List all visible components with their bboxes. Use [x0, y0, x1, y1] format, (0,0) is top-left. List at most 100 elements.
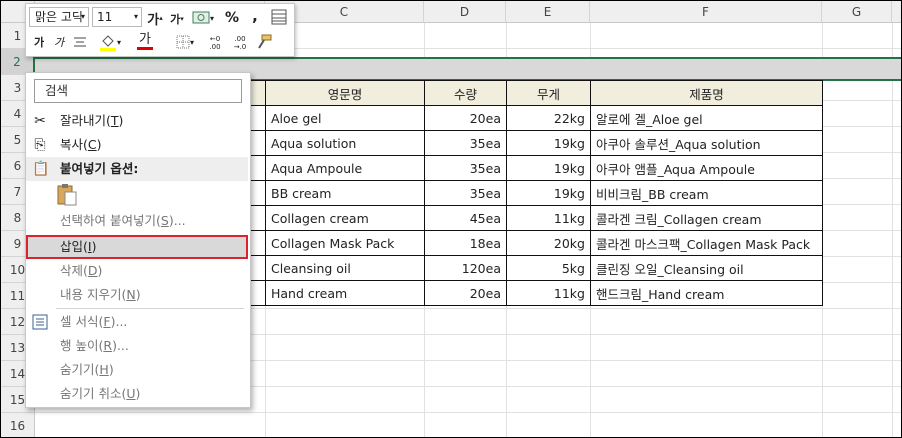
table-header-cell[interactable]: 수량: [424, 80, 507, 106]
shrink-font-button[interactable]: 가 ▾: [169, 9, 185, 29]
format-painter-button[interactable]: [254, 32, 274, 52]
menu-section-label: 붙여넣기 옵션:: [60, 161, 139, 176]
chevron-down-icon: ▾: [116, 37, 121, 47]
font-name-value: 맑은 고딕: [35, 10, 83, 24]
table-cell[interactable]: 콜라겐 마스크팩_Collagen Mask Pack: [590, 230, 823, 256]
table-cell[interactable]: 19kg: [506, 180, 591, 206]
column-header-d[interactable]: D: [424, 1, 506, 23]
align-center-button[interactable]: [72, 32, 88, 52]
font-size-select[interactable]: 11 ▾: [92, 7, 142, 27]
table-row: Hand cream 20ea 11kg 핸드크림_Hand cream: [232, 280, 823, 306]
menu-item-label: 행 높이(R)...: [60, 338, 129, 353]
table-cell[interactable]: 20ea: [424, 280, 507, 306]
grow-font-button[interactable]: 가 ▴: [147, 8, 163, 28]
column-header-g[interactable]: G: [822, 1, 892, 23]
table-cell[interactable]: 아쿠아 솔루션_Aqua solution: [590, 130, 823, 156]
table-cell[interactable]: 비비크림_BB cream: [590, 180, 823, 206]
table-format-icon: [271, 9, 287, 25]
menu-item-cut[interactable]: ✂ 잘라내기(T): [26, 109, 248, 133]
table-cell[interactable]: 19kg: [506, 130, 591, 156]
column-header-e[interactable]: E: [506, 1, 590, 23]
table-row: Aqua solution 35ea 19kg 아쿠아 솔루션_Aqua soluti…: [232, 130, 823, 156]
table-cell[interactable]: 아쿠아 앰플_Aqua Ampoule: [590, 155, 823, 181]
menu-section-paste-options: 📋 붙여넣기 옵션:: [26, 157, 248, 181]
decrease-decimal-button[interactable]: .00 →.0: [229, 33, 251, 53]
font-color-glyph: 가: [139, 31, 151, 47]
table-cell[interactable]: 20kg: [506, 230, 591, 256]
menu-item-hide[interactable]: 숨기기(H): [26, 358, 248, 382]
table-cell[interactable]: 35ea: [424, 155, 507, 181]
menu-item-row-height[interactable]: 행 높이(R)...: [26, 334, 248, 358]
chevron-down-icon: ▾: [133, 12, 138, 21]
table-header-cell[interactable]: 영문명: [265, 80, 425, 106]
table-cell[interactable]: Aqua Ampoule: [265, 155, 425, 181]
align-center-icon: [74, 37, 86, 47]
table-cell[interactable]: 콜라겐 크림_Collagen cream: [590, 205, 823, 231]
menu-item-label: 숨기기 취소(U): [60, 386, 141, 401]
chevron-down-icon: ▾: [189, 37, 194, 47]
font-size-value: 11: [97, 10, 113, 24]
menu-item-insert[interactable]: 삽입(I): [26, 235, 248, 259]
menu-item-clear-contents[interactable]: 내용 지우기(N): [26, 283, 248, 307]
borders-button[interactable]: ▾: [171, 32, 199, 52]
bold-button[interactable]: 가: [32, 32, 46, 52]
table-cell[interactable]: 5kg: [506, 255, 591, 281]
table-cell[interactable]: 35ea: [424, 130, 507, 156]
fill-color-button[interactable]: ▾: [96, 31, 124, 53]
table-cell[interactable]: 35ea: [424, 180, 507, 206]
table-cell[interactable]: Collagen cream: [265, 205, 425, 231]
table-cell[interactable]: Hand cream: [265, 280, 425, 306]
menu-item-paste-special[interactable]: 선택하여 붙여넣기(S)...: [26, 209, 248, 233]
chevron-down-icon: ▾: [80, 12, 85, 21]
table-cell[interactable]: 11kg: [506, 205, 591, 231]
row-header-16[interactable]: 16: [1, 413, 35, 437]
table-cell[interactable]: BB cream: [265, 180, 425, 206]
context-menu: 검색 ✂ 잘라내기(T) ⎘ 복사(C) 📋 붙여넣기 옵션: 선택하여 붙여넣…: [25, 72, 251, 408]
product-table: 영문명 수량 무게 제품명 Aloe gel 20ea 22kg 알로에 겔_Aloe…: [232, 80, 823, 306]
menu-item-copy[interactable]: ⎘ 복사(C): [26, 133, 248, 157]
table-cell[interactable]: 22kg: [506, 105, 591, 131]
comma-style-button[interactable]: ,: [249, 6, 261, 26]
column-header-f[interactable]: F: [590, 1, 822, 23]
table-header-cell[interactable]: 제품명: [590, 80, 823, 106]
table-cell[interactable]: 핸드크림_Hand cream: [590, 280, 823, 306]
format-cells-svg: [32, 314, 48, 330]
table-cell[interactable]: 11kg: [506, 280, 591, 306]
table-header-cell[interactable]: 무게: [506, 80, 591, 106]
table-cell[interactable]: 19kg: [506, 155, 591, 181]
table-cell[interactable]: Aqua solution: [265, 130, 425, 156]
italic-button[interactable]: 가: [52, 32, 66, 52]
menu-item-unhide[interactable]: 숨기기 취소(U): [26, 382, 248, 406]
accounting-format-button[interactable]: ▾: [189, 8, 217, 28]
increase-decimal-icon: ←0: [209, 35, 221, 43]
format-painter-table-button[interactable]: [270, 8, 288, 26]
table-cell[interactable]: Cleansing oil: [265, 255, 425, 281]
menu-item-format-cells[interactable]: 셀 서식(F)...: [26, 310, 248, 334]
table-cell[interactable]: Aloe gel: [265, 105, 425, 131]
column-header-next[interactable]: [892, 1, 901, 23]
border-icon: [176, 35, 190, 49]
font-color-button[interactable]: 가: [130, 30, 160, 52]
copy-icon: ⎘: [34, 137, 46, 153]
menu-search-input[interactable]: 검색: [34, 79, 242, 103]
format-cells-icon: [32, 314, 48, 330]
font-name-select[interactable]: 맑은 고딕 ▾: [29, 7, 89, 27]
clipboard-icon: 📋: [32, 161, 50, 177]
menu-item-label: 숨기기(H): [60, 362, 114, 377]
table-cell[interactable]: Collagen Mask Pack: [265, 230, 425, 256]
table-cell[interactable]: 클린징 오일_Cleansing oil: [590, 255, 823, 281]
gridline: [35, 412, 901, 413]
increase-decimal-button[interactable]: ←0.00: [204, 33, 226, 53]
chevron-down-icon: ▾: [209, 13, 214, 23]
menu-item-label: 선택하여 붙여넣기(S)...: [60, 213, 186, 228]
paste-option-button[interactable]: [56, 183, 80, 209]
grow-font-label: 가: [147, 12, 160, 28]
menu-item-label: 복사(C): [60, 137, 102, 152]
table-cell[interactable]: 18ea: [424, 230, 507, 256]
table-cell[interactable]: 120ea: [424, 255, 507, 281]
menu-item-delete[interactable]: 삭제(D): [26, 259, 248, 283]
table-cell[interactable]: 45ea: [424, 205, 507, 231]
table-cell[interactable]: 20ea: [424, 105, 507, 131]
table-cell[interactable]: 알로에 겔_Aloe gel: [590, 105, 823, 131]
percent-style-button[interactable]: %: [224, 8, 240, 28]
